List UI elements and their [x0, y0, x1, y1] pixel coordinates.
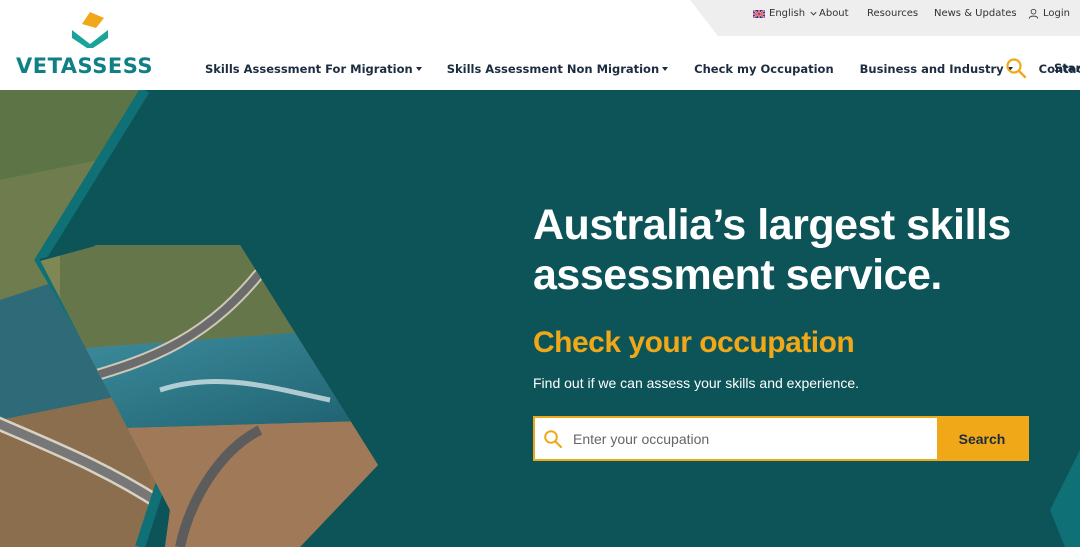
- nav-item-label: Check my Occupation: [694, 62, 834, 76]
- hero-subhead: Check your occupation: [533, 326, 855, 359]
- search-icon: [544, 429, 563, 448]
- nav-item-check-occupation[interactable]: Check my Occupation: [694, 62, 834, 76]
- brand-name: VETASSESS: [16, 54, 154, 78]
- nav-item-skills-non-migration[interactable]: Skills Assessment Non Migration: [446, 62, 669, 76]
- nav-item-label: Skills Assessment Non Migration: [446, 62, 660, 76]
- nav-item-business-industry[interactable]: Business and Industry: [860, 62, 1013, 76]
- hero-section: Australia’s largest skills assessment se…: [0, 90, 1080, 547]
- hero-headline: Australia’s largest skills assessment se…: [533, 200, 1053, 300]
- caret-down-icon: [662, 67, 669, 71]
- about-link[interactable]: About: [819, 8, 849, 19]
- language-label: English: [769, 8, 806, 19]
- resources-link[interactable]: Resources: [867, 8, 918, 19]
- nav-item-start[interactable]: Start: [1054, 61, 1080, 75]
- uk-flag-icon: [753, 9, 765, 18]
- hero-coastal-road-image: [0, 90, 378, 547]
- brand-logo[interactable]: VETASSESS: [16, 10, 166, 80]
- logo-mark-icon: [72, 12, 108, 48]
- caret-down-icon: [415, 67, 422, 71]
- hero-headline-line1: Australia’s largest skills: [533, 201, 1011, 249]
- main-nav: Skills Assessment For Migration Skills A…: [205, 60, 1080, 78]
- login-link[interactable]: Login: [1028, 8, 1070, 19]
- occupation-search-form: Search: [533, 416, 1029, 461]
- nav-item-label: Skills Assessment For Migration: [205, 62, 413, 76]
- occupation-search-field: [535, 418, 937, 459]
- utility-bar: English About Resources News & Updates L…: [690, 0, 1080, 36]
- hero-headline-line2: assessment service.: [533, 251, 942, 299]
- language-selector[interactable]: English: [753, 8, 818, 19]
- chevron-down-icon: [810, 11, 817, 16]
- search-button[interactable]: Search: [937, 418, 1027, 459]
- hero-description: Find out if we can assess your skills an…: [533, 375, 860, 391]
- nav-item-skills-migration[interactable]: Skills Assessment For Migration: [205, 62, 422, 76]
- site-header: English About Resources News & Updates L…: [0, 0, 1080, 90]
- occupation-search-input[interactable]: [573, 430, 913, 447]
- nav-item-label: Business and Industry: [859, 62, 1004, 76]
- news-updates-link[interactable]: News & Updates: [934, 8, 1017, 19]
- user-icon: [1028, 8, 1039, 19]
- decorative-chevron: [1050, 450, 1080, 547]
- login-label: Login: [1043, 8, 1070, 19]
- search-icon[interactable]: [1005, 57, 1027, 79]
